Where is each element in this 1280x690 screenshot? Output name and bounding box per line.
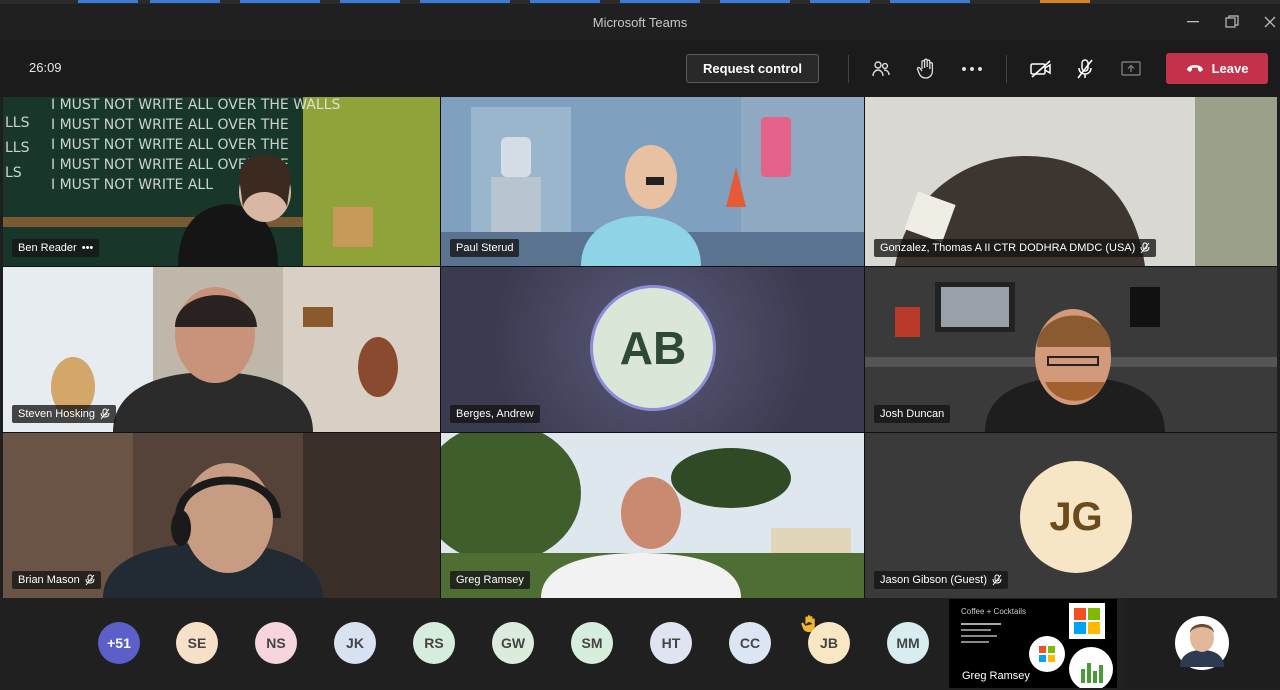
participant-strip: +51 SE NS JK RS GW SM HT CC JB MM Coffee… — [0, 598, 1280, 690]
mic-off-icon — [1140, 242, 1150, 254]
video-tile[interactable]: I MUST NOT WRITE ALL OVER THE WALLS I MU… — [3, 97, 440, 266]
svg-text:LS: LS — [5, 165, 22, 181]
svg-text:LLS: LLS — [5, 140, 30, 156]
participant-name-tag: Josh Duncan — [874, 405, 951, 423]
participant-name-tag: Greg Ramsey — [450, 571, 530, 589]
participant-avatar[interactable]: HT — [650, 622, 692, 664]
participant-avatar[interactable]: NS — [255, 622, 297, 664]
participant-avatar[interactable]: MM — [887, 622, 929, 664]
mic-off-icon — [992, 574, 1002, 586]
raised-hand-icon — [800, 614, 818, 634]
share-button[interactable] — [1118, 56, 1144, 82]
participant-name: Ben Reader — [18, 242, 77, 254]
close-button[interactable] — [1250, 4, 1280, 40]
phone-hangup-icon — [1186, 64, 1203, 72]
participant-avatar[interactable]: GW — [492, 622, 534, 664]
overflow-participants-button[interactable]: +51 — [98, 622, 140, 664]
participant-avatar[interactable]: JK — [334, 622, 376, 664]
toolbar-divider — [848, 55, 849, 83]
window-title-bar: Microsoft Teams — [0, 4, 1280, 40]
video-grid: I MUST NOT WRITE ALL OVER THE WALLS I MU… — [3, 97, 1277, 598]
shared-content-thumbnail[interactable]: Coffee + Cocktails Greg Ramsey — [949, 599, 1117, 688]
participant-avatar[interactable]: RS — [413, 622, 455, 664]
leave-button[interactable]: Leave — [1166, 53, 1268, 84]
restore-button[interactable] — [1212, 4, 1252, 40]
participant-name-tag: Paul Sterud — [450, 239, 520, 257]
svg-text:LLS: LLS — [5, 115, 30, 131]
slide-title: Coffee + Cocktails — [961, 607, 1026, 616]
mic-off-icon — [85, 574, 95, 586]
participant-avatar[interactable]: SE — [176, 622, 218, 664]
leave-label: Leave — [1211, 61, 1249, 76]
participant-name-tag: Berges, Andrew — [450, 405, 540, 423]
participant-name-tag: Steven Hosking — [12, 405, 117, 423]
svg-text:I MUST NOT WRITE ALL: I MUST NOT WRITE ALL — [51, 177, 213, 193]
participant-name: Josh Duncan — [880, 408, 945, 420]
mic-button[interactable] — [1072, 56, 1098, 82]
svg-text:I MUST NOT WRITE ALL OVER THE: I MUST NOT WRITE ALL OVER THE — [51, 117, 289, 133]
mic-off-icon — [100, 408, 110, 420]
meeting-timer: 26:09 — [29, 60, 62, 75]
toolbar-divider — [1006, 55, 1007, 83]
participant-name: Paul Sterud — [456, 242, 514, 254]
share-screen-icon — [1121, 61, 1141, 76]
restore-icon — [1225, 15, 1239, 28]
participant-name: Gonzalez, Thomas A II CTR DODHRA DMDC (U… — [880, 242, 1136, 254]
video-tile[interactable]: JG Jason Gibson (Guest) — [865, 433, 1277, 598]
video-tile[interactable]: Josh Duncan — [865, 267, 1277, 432]
camera-off-icon — [1030, 60, 1051, 78]
participant-name-tag: Brian Mason — [12, 571, 101, 589]
participant-name: Brian Mason — [18, 574, 80, 586]
video-tile[interactable]: AB Berges, Andrew — [441, 267, 864, 432]
participant-avatar: JG — [1020, 461, 1132, 573]
hand-icon — [916, 58, 934, 79]
people-icon — [872, 61, 890, 77]
participant-name-tag: Gonzalez, Thomas A II CTR DODHRA DMDC (U… — [874, 239, 1157, 257]
participant-name: Steven Hosking — [18, 408, 96, 420]
participant-avatar: AB — [590, 285, 716, 411]
video-tile[interactable]: Steven Hosking — [3, 267, 440, 432]
self-video-preview[interactable] — [1125, 599, 1280, 688]
svg-text:I MUST NOT WRITE ALL OVER THE: I MUST NOT WRITE ALL OVER THE WALLS — [51, 97, 340, 113]
camera-button[interactable] — [1028, 56, 1054, 82]
close-icon — [1264, 16, 1276, 28]
presenter-name: Greg Ramsey — [962, 670, 1030, 682]
participant-avatar[interactable]: CC — [729, 622, 771, 664]
video-tile[interactable]: Greg Ramsey — [441, 433, 864, 598]
video-tile[interactable]: Paul Sterud — [441, 97, 864, 266]
svg-text:I MUST NOT WRITE ALL OVER THE: I MUST NOT WRITE ALL OVER THE — [51, 137, 289, 153]
mic-off-icon — [1077, 59, 1093, 79]
meeting-toolbar: 26:09 Request control Leave — [0, 40, 1280, 97]
participant-avatar[interactable]: SM — [571, 622, 613, 664]
minimize-button[interactable] — [1173, 4, 1213, 40]
participants-button[interactable] — [868, 56, 894, 82]
participant-name: Jason Gibson (Guest) — [880, 574, 987, 586]
participant-name-tag: Ben Reader ••• — [12, 239, 100, 257]
video-tile[interactable]: Gonzalez, Thomas A II CTR DODHRA DMDC (U… — [865, 97, 1277, 266]
more-icon[interactable]: ••• — [82, 242, 94, 254]
more-options-button[interactable] — [959, 56, 985, 82]
video-tile[interactable]: Brian Mason — [3, 433, 440, 598]
minimize-icon — [1187, 21, 1199, 23]
raise-hand-button[interactable] — [913, 56, 939, 82]
request-control-button[interactable]: Request control — [686, 54, 819, 83]
window-title: Microsoft Teams — [592, 14, 688, 30]
more-icon — [962, 67, 982, 71]
participant-name-tag: Jason Gibson (Guest) — [874, 571, 1008, 589]
participant-name: Greg Ramsey — [456, 574, 524, 586]
self-video-feed — [1125, 599, 1280, 688]
participant-name: Berges, Andrew — [456, 408, 534, 420]
